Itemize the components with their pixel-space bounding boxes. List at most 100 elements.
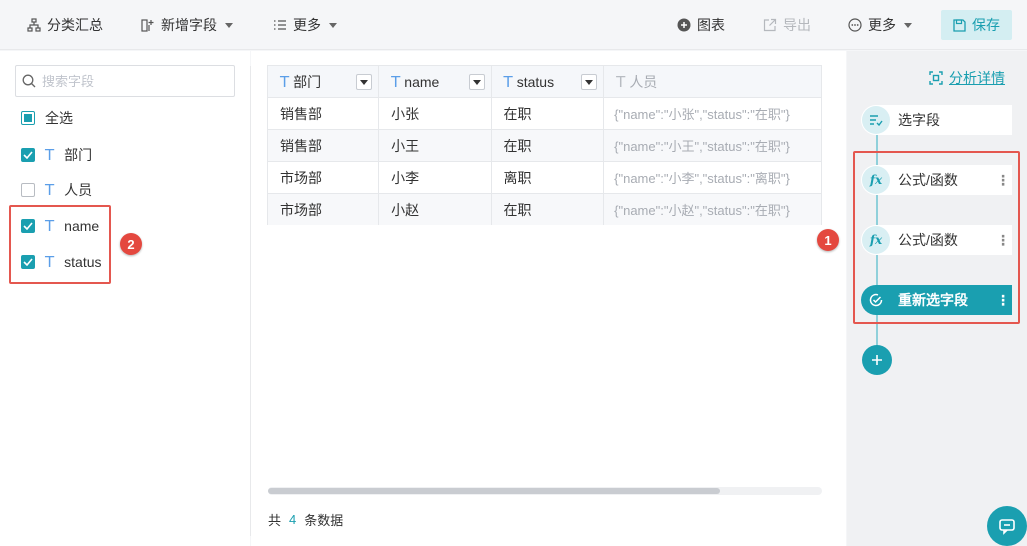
- table-row: 销售部 小王 在职 {"name":"小王","status":"在职"}: [267, 129, 822, 162]
- search-icon: [22, 74, 36, 88]
- scan-icon: [929, 71, 943, 85]
- table-cell: 小张: [378, 97, 492, 130]
- more-vertical-icon[interactable]: ⋮: [994, 292, 1012, 309]
- table-cell: 销售部: [267, 129, 380, 162]
- horizontal-scrollbar[interactable]: [268, 487, 822, 495]
- step-label: 公式/函数: [898, 172, 958, 188]
- row-count-prefix: 共: [268, 513, 282, 528]
- table-cell: 小李: [378, 161, 492, 194]
- save-button[interactable]: 保存: [941, 10, 1012, 40]
- column-header-person[interactable]: T 人员: [603, 65, 822, 98]
- field-label: status: [64, 254, 102, 270]
- row-count: 共 4 条数据: [268, 510, 343, 529]
- field-item-department[interactable]: T 部门: [21, 144, 92, 166]
- table-cell: {"name":"小张","status":"在职"}: [603, 97, 822, 130]
- more-label-right: 更多: [868, 17, 896, 33]
- text-type-icon: T: [616, 72, 626, 91]
- chat-support-button[interactable]: [987, 506, 1027, 546]
- step-reselect-field[interactable]: 重新选字段 ⋮: [861, 285, 1012, 315]
- analysis-details-label: 分析详情: [949, 70, 1005, 86]
- save-label: 保存: [972, 17, 1000, 33]
- table-header-row: T 部门 Tname Tstatus T 人员: [267, 65, 822, 98]
- chevron-down-icon: [904, 22, 912, 28]
- table-cell: 销售部: [267, 97, 380, 130]
- check-circle-icon: [862, 286, 890, 314]
- select-field-icon: [862, 106, 890, 134]
- table-cell: {"name":"小赵","status":"在职"}: [603, 193, 822, 225]
- list-icon: [274, 20, 286, 30]
- chart-button[interactable]: 图表: [677, 0, 725, 50]
- annotation-badge-1: 1: [817, 229, 839, 251]
- table-cell: 在职: [490, 129, 605, 162]
- add-step-button[interactable]: [862, 345, 892, 375]
- table-cell: 在职: [490, 97, 605, 130]
- more-vertical-icon[interactable]: ⋮: [994, 172, 1012, 189]
- select-all-checkbox[interactable]: 全选: [21, 107, 73, 129]
- column-dropdown-icon[interactable]: [468, 74, 485, 90]
- field-item-person[interactable]: T 人员: [21, 179, 92, 201]
- field-selector-panel: 全选 T 部门 T 人员 T name T status: [0, 51, 250, 546]
- group-summary-label: 分类汇总: [47, 17, 103, 33]
- column-header-label: name: [404, 73, 440, 90]
- row-count-number: 4: [289, 512, 297, 527]
- scrollbar-thumb[interactable]: [268, 488, 720, 494]
- checkbox-checked-icon: [21, 255, 35, 269]
- export-label: 导出: [783, 17, 811, 33]
- data-table: T 部门 Tname Tstatus T 人员 销售部 小张 在职 {"name":…: [267, 65, 822, 225]
- steps-panel: 分析详情 选字段 fx 公式/函数 ⋮ fx 公式/函数 ⋮ 重新选字段 ⋮: [847, 51, 1027, 546]
- column-header-name[interactable]: Tname: [378, 65, 492, 98]
- column-header-status[interactable]: Tstatus: [490, 65, 605, 98]
- column-header-label: 人员: [629, 73, 658, 90]
- table-cell: 离职: [490, 161, 605, 194]
- table-cell: 小王: [378, 129, 492, 162]
- text-type-icon: T: [280, 72, 290, 91]
- partial-checkbox-icon: [21, 111, 35, 125]
- checkbox-unchecked-icon: [21, 183, 35, 197]
- fx-icon: fx: [862, 166, 890, 194]
- step-formula-1[interactable]: fx 公式/函数 ⋮: [861, 165, 1012, 195]
- checkbox-checked-icon: [21, 219, 35, 233]
- text-type-icon: T: [45, 253, 55, 271]
- more-menu-right[interactable]: 更多: [848, 0, 912, 50]
- field-item-status[interactable]: T status: [21, 251, 102, 273]
- row-count-suffix: 条数据: [304, 513, 344, 528]
- group-summary-button[interactable]: 分类汇总: [27, 0, 103, 50]
- more-vertical-icon[interactable]: ⋮: [994, 232, 1012, 249]
- add-field-button[interactable]: 新增字段: [141, 0, 233, 50]
- chevron-down-icon: [329, 22, 337, 28]
- table-cell: 市场部: [267, 161, 380, 194]
- data-grid: T 部门 Tname Tstatus T 人员 销售部 小张 在职 {"name":…: [267, 65, 822, 225]
- export-icon: [763, 18, 777, 32]
- field-search[interactable]: [15, 65, 235, 97]
- analysis-details-link[interactable]: 分析详情: [929, 68, 1005, 88]
- plus-icon: [872, 355, 882, 365]
- field-label: name: [64, 218, 100, 234]
- text-type-icon: T: [45, 181, 55, 199]
- toolbar: 分类汇总 新增字段 更多 图表 导出 更多 保存: [0, 0, 1027, 50]
- field-search-input[interactable]: [42, 73, 222, 89]
- fx-icon: fx: [862, 226, 890, 254]
- table-cell: 市场部: [267, 193, 380, 225]
- save-icon: [953, 18, 966, 32]
- data-preview-area: T 部门 Tname Tstatus T 人员 销售部 小张 在职 {"name":…: [251, 51, 846, 546]
- export-button[interactable]: 导出: [763, 0, 811, 50]
- table-cell: {"name":"小王","status":"在职"}: [603, 129, 822, 162]
- chat-icon: [999, 519, 1015, 535]
- table-row: 销售部 小张 在职 {"name":"小张","status":"在职"}: [267, 97, 822, 130]
- text-type-icon: T: [391, 72, 401, 91]
- column-dropdown-icon[interactable]: [581, 74, 598, 90]
- step-select-field[interactable]: 选字段: [861, 105, 1012, 135]
- hierarchy-icon: [27, 18, 41, 32]
- more-menu-left[interactable]: 更多: [273, 0, 337, 50]
- field-item-name[interactable]: T name: [21, 215, 99, 237]
- select-all-label: 全选: [45, 110, 73, 126]
- add-field-label: 新增字段: [161, 17, 217, 33]
- column-header-label: 部门: [293, 73, 322, 90]
- step-label: 选字段: [898, 112, 940, 128]
- step-formula-2[interactable]: fx 公式/函数 ⋮: [861, 225, 1012, 255]
- column-header-department[interactable]: T 部门: [267, 65, 380, 98]
- column-dropdown-icon[interactable]: [356, 74, 373, 90]
- table-cell: 小赵: [378, 193, 492, 225]
- step-label: 公式/函数: [898, 232, 958, 248]
- checkbox-checked-icon: [21, 148, 35, 162]
